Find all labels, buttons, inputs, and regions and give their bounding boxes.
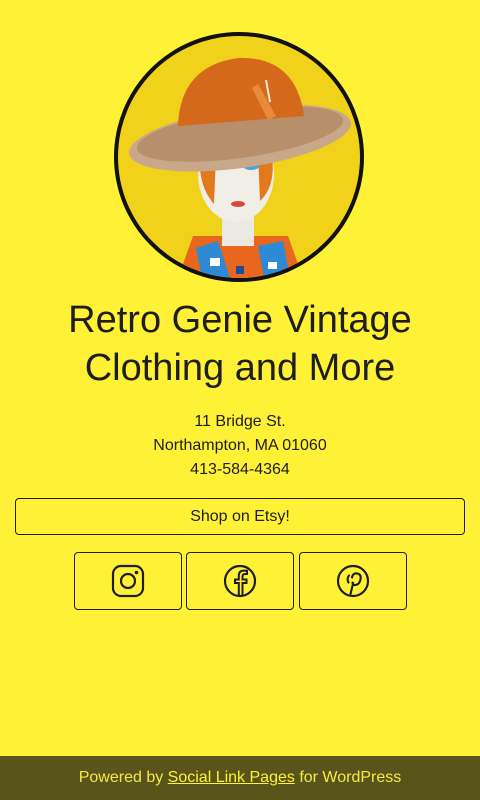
instagram-button[interactable] <box>74 552 182 610</box>
shop-on-etsy-button[interactable]: Shop on Etsy! <box>15 498 465 535</box>
pinterest-button[interactable] <box>299 552 407 610</box>
contact-info: 11 Bridge St. Northampton, MA 01060 413-… <box>0 410 480 482</box>
phone-number: 413-584-4364 <box>190 461 290 478</box>
city-state-zip: Northampton, MA 01060 <box>153 437 327 454</box>
footer-suffix: for WordPress <box>299 769 402 786</box>
page: Retro Genie Vintage Clothing and More 11… <box>0 0 480 800</box>
footer-prefix: Powered by <box>78 769 164 786</box>
facebook-button[interactable] <box>186 552 294 610</box>
social-link-pages-link[interactable]: Social Link Pages <box>168 769 295 786</box>
social-links <box>0 552 480 610</box>
site-title: Retro Genie Vintage Clothing and More <box>68 299 412 389</box>
footer: Powered by Social Link Pages for WordPre… <box>0 756 480 800</box>
instagram-icon <box>111 564 145 598</box>
pinterest-icon <box>336 564 370 598</box>
avatar <box>114 32 364 282</box>
facebook-icon <box>223 564 257 598</box>
avatar-image <box>118 36 360 278</box>
street-address: 11 Bridge St. <box>194 413 286 430</box>
